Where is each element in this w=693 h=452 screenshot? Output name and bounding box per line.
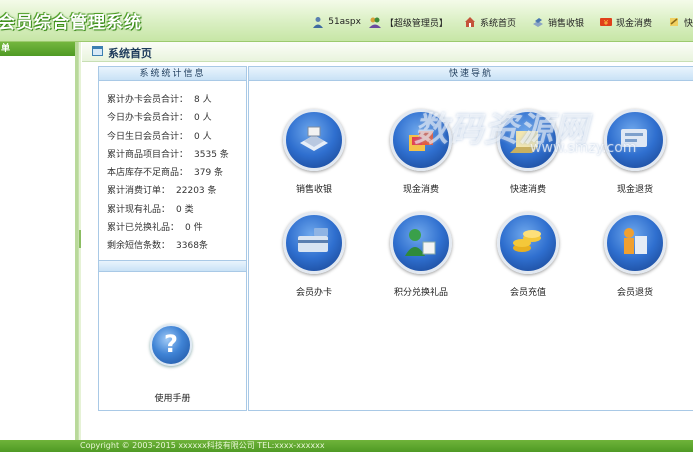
main-panel: 系统首页 系统统计信息 累计办卡会员合计： 8 人 今日办卡会员合计： 0 人 今日… bbox=[82, 42, 693, 440]
stat-value: 8 人 bbox=[194, 95, 212, 105]
cashier-icon bbox=[532, 16, 544, 28]
fast-icon bbox=[668, 16, 680, 28]
role-label: 【超级管理员】 bbox=[384, 18, 448, 29]
quick-nav-member-return-label: 会员退货 bbox=[616, 288, 653, 298]
quick-nav-cashier[interactable]: 销售收银 bbox=[274, 109, 354, 209]
current-user: 51aspx bbox=[312, 16, 361, 28]
stat-label: 累计现有礼品： bbox=[107, 204, 171, 215]
user-name: 51aspx bbox=[328, 17, 361, 27]
quick-nav-member-card-label: 会员办卡 bbox=[295, 288, 332, 298]
admin-icon bbox=[368, 16, 381, 28]
stat-value: 3535 条 bbox=[194, 149, 229, 160]
stat-label: 今日办卡会员合计： bbox=[107, 113, 189, 124]
help-section-header bbox=[99, 260, 246, 272]
stats-title: 系统统计信息 bbox=[99, 67, 246, 81]
stat-row: 累计已兑换礼品： 0 件 bbox=[107, 219, 246, 237]
quick-nav-recharge[interactable]: 会员充值 bbox=[488, 212, 568, 312]
nav-fast[interactable]: 快 bbox=[668, 16, 693, 29]
nav-home[interactable]: 系统首页 bbox=[464, 16, 516, 29]
stat-row: 累计消费订单： 22203 条 bbox=[107, 182, 246, 200]
quick-nav-points-gift[interactable]: 积分兑换礼品 bbox=[381, 212, 461, 312]
help-manual-button[interactable] bbox=[150, 324, 192, 366]
stat-label: 累计已兑换礼品： bbox=[107, 223, 180, 234]
left-sidebar: 单 bbox=[0, 42, 78, 440]
watermark-url: www.smzy.com bbox=[530, 140, 637, 156]
stats-list: 累计办卡会员合计： 8 人 今日办卡会员合计： 0 人 今日生日会员合计： 0 人 累… bbox=[99, 81, 246, 256]
stat-label: 累计消费订单： bbox=[107, 186, 171, 197]
quick-nav-member-return[interactable]: 会员退货 bbox=[595, 212, 675, 312]
quick-nav-title: 快速导航 bbox=[249, 67, 693, 81]
stat-label: 本店库存不足商品： bbox=[107, 168, 189, 179]
stats-panel: 系统统计信息 累计办卡会员合计： 8 人 今日办卡会员合计： 0 人 今日生日会员合… bbox=[98, 66, 247, 411]
stat-label: 累计商品项目合计： bbox=[107, 149, 189, 160]
sidebar-title: 单 bbox=[0, 42, 75, 56]
splitter-grip-icon[interactable] bbox=[79, 230, 81, 248]
nav-cash-label: 现金消费 bbox=[615, 18, 652, 29]
window-icon bbox=[92, 46, 103, 56]
stat-row: 本店库存不足商品： 379 条 bbox=[107, 164, 246, 182]
user-role: 【超级管理员】 bbox=[368, 16, 448, 29]
stat-value: 379 条 bbox=[194, 168, 224, 179]
page-title-bar: 系统首页 bbox=[82, 42, 693, 62]
stat-row: 剩余短信条数： 3368条 bbox=[107, 237, 246, 255]
help-manual-label[interactable]: 使用手册 bbox=[99, 391, 246, 404]
quick-nav-points-gift-label: 积分兑换礼品 bbox=[393, 288, 448, 298]
top-nav: 51aspx 【超级管理员】 系统首页 销售收银 ¥ 现金消费 快 bbox=[312, 14, 693, 30]
svg-text:¥: ¥ bbox=[604, 19, 609, 27]
nav-cashier[interactable]: 销售收银 bbox=[532, 16, 584, 29]
quick-nav-member-card[interactable]: 会员办卡 bbox=[274, 212, 354, 312]
stat-row: 今日办卡会员合计： 0 人 bbox=[107, 109, 246, 127]
stat-row: 今日生日会员合计： 0 人 bbox=[107, 128, 246, 146]
stat-row: 累计商品项目合计： 3535 条 bbox=[107, 146, 246, 164]
stat-value: 0 人 bbox=[194, 113, 212, 124]
stat-label: 今日生日会员合计： bbox=[107, 131, 189, 142]
stat-value: 0 类 bbox=[176, 204, 194, 215]
cash-icon: ¥ bbox=[599, 16, 612, 28]
stat-value: 0 件 bbox=[185, 223, 203, 234]
nav-home-label: 系统首页 bbox=[479, 18, 516, 29]
footer-bar: Copyright © 2003-2015 xxxxxx科技有限公司 TEL:x… bbox=[0, 440, 693, 452]
home-icon bbox=[464, 16, 476, 28]
footer-copyright: Copyright © 2003-2015 xxxxxx科技有限公司 TEL:x… bbox=[80, 441, 325, 450]
nav-cash[interactable]: ¥ 现金消费 bbox=[599, 16, 652, 29]
stat-value: 22203 条 bbox=[176, 186, 217, 197]
quick-nav-fast-consume-label: 快速消费 bbox=[509, 185, 546, 195]
page-title: 系统首页 bbox=[108, 47, 152, 60]
quick-nav-recharge-label: 会员充值 bbox=[509, 288, 546, 298]
app-title: 会员综合管理系统 bbox=[0, 13, 142, 33]
stat-row: 累计现有礼品： 0 类 bbox=[107, 201, 246, 219]
user-icon bbox=[312, 16, 324, 28]
help-area: 使用手册 bbox=[99, 277, 246, 410]
stat-value: 0 人 bbox=[194, 131, 212, 142]
quick-nav-cash-return-label: 现金退货 bbox=[616, 185, 653, 195]
nav-cashier-label: 销售收银 bbox=[547, 18, 584, 29]
quick-nav-cashier-label: 销售收银 bbox=[295, 185, 332, 195]
stat-label: 剩余短信条数： bbox=[107, 241, 171, 252]
quick-nav-cash-consume-label: 现金消费 bbox=[402, 185, 439, 195]
nav-fast-label: 快 bbox=[683, 18, 693, 29]
stat-row: 累计办卡会员合计： 8 人 bbox=[107, 91, 246, 109]
top-header: 会员综合管理系统 51aspx 【超级管理员】 系统首页 销售收银 ¥ 现金消费… bbox=[0, 0, 693, 42]
stat-label: 累计办卡会员合计： bbox=[107, 95, 189, 105]
stat-value: 3368条 bbox=[176, 241, 208, 252]
quick-nav-cash-return[interactable]: 现金退货 bbox=[595, 109, 675, 209]
